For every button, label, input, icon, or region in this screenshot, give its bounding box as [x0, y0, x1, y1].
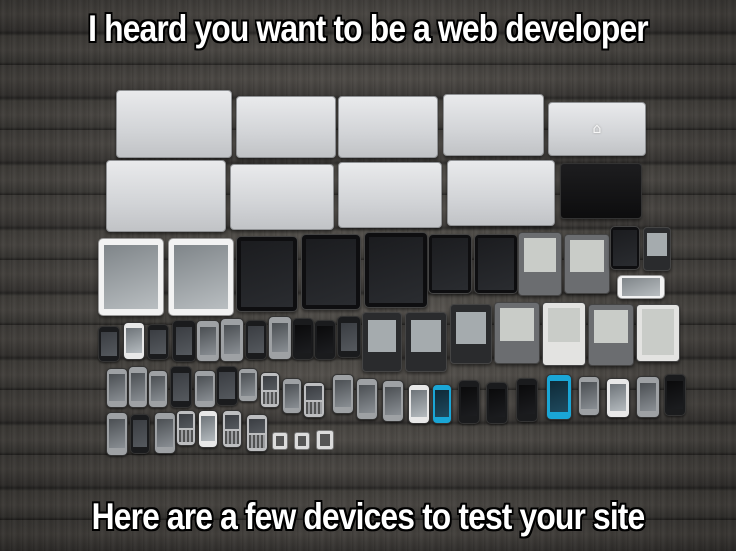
smartphone	[216, 366, 238, 406]
keyboard-phone	[303, 382, 325, 418]
tablet	[168, 238, 234, 316]
mini-device	[294, 432, 310, 450]
smartphone	[245, 320, 267, 360]
mini-device	[316, 430, 334, 450]
tablet	[428, 234, 472, 294]
e-reader	[362, 312, 402, 372]
e-reader	[494, 302, 540, 364]
bottom-caption: Here are a few devices to test your site	[91, 496, 646, 537]
tablet	[236, 236, 298, 312]
smartphone	[194, 370, 216, 408]
laptop	[338, 96, 438, 158]
top-caption: I heard you want to be a web developer	[88, 8, 649, 49]
smartphone	[314, 320, 336, 360]
smartphone	[606, 378, 630, 418]
smartphone	[172, 320, 196, 362]
smartphone	[458, 380, 480, 424]
mini-device	[272, 432, 288, 450]
laptop	[447, 160, 555, 226]
smartphone	[147, 324, 169, 360]
laptop	[560, 163, 642, 219]
smartphone	[337, 316, 361, 358]
smartphone	[128, 366, 148, 408]
smartphone	[220, 318, 244, 362]
smartphone	[154, 412, 176, 454]
smartphone	[170, 366, 192, 408]
keyboard-phone	[176, 410, 196, 446]
laptop	[338, 162, 442, 228]
e-reader	[405, 312, 447, 372]
keyboard-phone	[260, 372, 280, 408]
e-reader	[588, 304, 634, 366]
e-reader	[518, 232, 562, 296]
smartphone	[106, 368, 128, 408]
smartphone	[130, 414, 150, 454]
smartphone	[196, 320, 220, 362]
tablet	[301, 234, 361, 310]
smartphone	[292, 318, 314, 360]
smartphone	[356, 378, 378, 420]
smartphone	[432, 384, 452, 424]
e-reader	[450, 304, 492, 364]
keyboard-phone	[246, 414, 268, 452]
smartphone	[198, 410, 218, 448]
meme-photo: I heard you want to be a web developer ⌂	[0, 0, 736, 551]
smartphone	[578, 376, 600, 416]
laptop	[236, 96, 336, 158]
chrome-logo-icon: ⌂	[592, 121, 602, 137]
smartphone	[636, 376, 660, 418]
e-reader	[643, 227, 671, 271]
e-reader	[564, 234, 610, 294]
e-reader	[636, 304, 680, 362]
tablet	[474, 234, 518, 294]
smartphone	[123, 322, 145, 360]
laptop	[106, 160, 226, 232]
smartphone	[382, 380, 404, 422]
smartphone	[486, 382, 508, 424]
smartphone	[282, 378, 302, 414]
e-reader	[542, 302, 586, 366]
tablet	[364, 232, 428, 308]
smartphone	[546, 374, 572, 420]
tablet	[610, 226, 640, 270]
laptop	[230, 164, 334, 230]
smartphone	[268, 316, 292, 360]
tablet	[617, 275, 665, 299]
smartphone	[98, 326, 120, 362]
keyboard-phone	[222, 410, 242, 448]
smartphone	[148, 370, 168, 408]
laptop: ⌂	[548, 102, 646, 156]
smartphone	[516, 378, 538, 422]
laptop	[443, 94, 544, 156]
smartphone	[106, 412, 128, 456]
smartphone	[332, 374, 354, 414]
smartphone	[664, 374, 686, 416]
smartphone	[408, 384, 430, 424]
laptop	[116, 90, 232, 158]
tablet	[98, 238, 164, 316]
smartphone	[238, 368, 258, 402]
